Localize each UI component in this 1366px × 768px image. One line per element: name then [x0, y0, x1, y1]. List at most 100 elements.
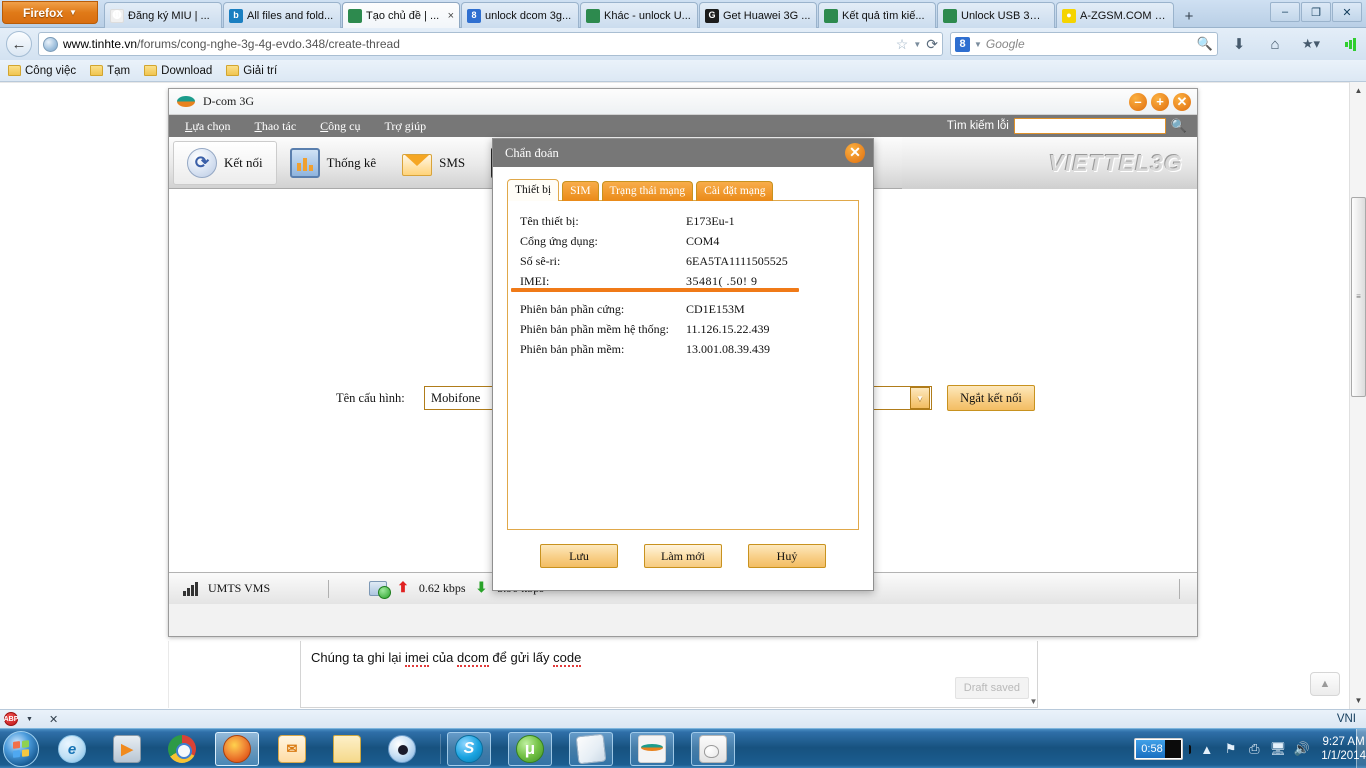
windows-logo-icon: [13, 740, 29, 758]
save-button[interactable]: Lưu: [540, 544, 618, 568]
taskbar-item-windows-explorer[interactable]: [325, 732, 369, 766]
bookmark-item[interactable]: Download: [144, 65, 212, 77]
taskbar-item-paint[interactable]: [691, 732, 735, 766]
yellow-favicon-icon: ●: [1062, 8, 1076, 23]
browser-tab[interactable]: Khác - unlock U...: [580, 2, 698, 28]
taskbar-item-windows-media-player[interactable]: ▶: [105, 732, 149, 766]
battery-indicator[interactable]: 0:58: [1134, 738, 1183, 760]
maximize-button[interactable]: ❐: [1301, 2, 1331, 22]
taskbar-item-outlook[interactable]: ✉: [270, 732, 314, 766]
adblock-plus-icon[interactable]: ABP: [4, 712, 18, 726]
field-value: 11.126.15.22.439: [686, 321, 770, 336]
menu-item-lua-chon[interactable]: Lựa chọn: [185, 119, 231, 134]
tab-thiet-bi[interactable]: Thiết bị: [507, 179, 560, 201]
scrollbar-thumb[interactable]: ≡: [1351, 197, 1366, 397]
browser-tab[interactable]: ● A-ZGSM.COM - ...: [1056, 2, 1174, 28]
dcom-minimize-button[interactable]: –: [1129, 93, 1147, 111]
chevron-down-icon[interactable]: ▼: [913, 40, 921, 49]
bookmark-item[interactable]: Giải trí: [226, 65, 277, 77]
close-button[interactable]: ✕: [1332, 2, 1362, 22]
downloads-icon[interactable]: ⬇: [1228, 34, 1250, 54]
cancel-button[interactable]: Huỷ: [748, 544, 826, 568]
page-scrollbar[interactable]: ▲ ≡ ▼: [1349, 82, 1366, 709]
volume-icon[interactable]: 🔊: [1293, 740, 1310, 758]
dialog-title: Chẩn đoán: [505, 145, 559, 160]
page-divider: [0, 82, 1349, 83]
firefox-menu-button[interactable]: Firefox ▼: [2, 1, 98, 24]
menu-item-thao-tac[interactable]: Thao tác: [255, 119, 297, 134]
close-icon[interactable]: ✕: [845, 143, 865, 163]
search-bar[interactable]: 8 ▼ Google 🔍: [950, 32, 1218, 56]
taskbar-item-skype[interactable]: S: [447, 732, 491, 766]
windows-taskbar: e ▶ ✉ S μ 0:58 ▲ ⚑ ⎙ 🖥 🔊 9:27 AM 1/1/201…: [0, 728, 1366, 768]
bookmarks-icon[interactable]: ★▾: [1300, 34, 1322, 54]
taskbar-item-notepad[interactable]: [569, 732, 613, 766]
browser-tab[interactable]: Unlock USB 3G ...: [937, 2, 1055, 28]
toolbar-button-sms[interactable]: SMS: [389, 140, 478, 186]
connect-icon: ⟳: [187, 147, 217, 178]
dcom-maximize-button[interactable]: +: [1151, 93, 1169, 111]
bookmark-item[interactable]: Công việc: [8, 65, 76, 77]
minimize-button[interactable]: –: [1270, 2, 1300, 22]
signal-bars-icon: [183, 581, 198, 596]
taskbar-item-maxthon[interactable]: [380, 732, 424, 766]
tab-trang-thai-mang[interactable]: Trạng thái mạng: [601, 181, 694, 201]
chevron-down-icon[interactable]: ▼: [26, 716, 33, 723]
ime-indicator: VNI: [1336, 713, 1356, 725]
search-icon[interactable]: 🔍: [1197, 36, 1213, 52]
search-input[interactable]: Google: [986, 37, 1193, 51]
taskbar-item-google-chrome[interactable]: [160, 732, 204, 766]
chevron-down-icon[interactable]: ▼: [974, 40, 982, 49]
show-hidden-icons-icon[interactable]: ▲: [1198, 740, 1215, 758]
browser-tab[interactable]: 🅜 Đăng ký MIU | ...: [104, 2, 222, 28]
signal-strength-icon[interactable]: [1340, 34, 1362, 54]
action-center-flag-icon[interactable]: ⚑: [1222, 740, 1239, 758]
taskbar-item-viettel-dcom[interactable]: [630, 732, 674, 766]
browser-tab[interactable]: 8 unlock dcom 3g...: [461, 2, 579, 28]
taskbar-item-internet-explorer[interactable]: e: [50, 732, 94, 766]
forum-message-editor[interactable]: Chúng ta ghi lại imei của dcom để gửi lấ…: [300, 641, 1038, 708]
refresh-button[interactable]: Làm mới: [644, 544, 722, 568]
bookmark-star-icon[interactable]: ☆: [896, 36, 909, 53]
address-bar[interactable]: www.tinhte.vn/forums/cong-nghe-3g-4g-evd…: [38, 32, 943, 56]
dcom-close-button[interactable]: ✕: [1173, 93, 1191, 111]
menu-item-tro-giup[interactable]: Trợ giúp: [385, 119, 427, 134]
toolbar-button-connect[interactable]: ⟳ Kết nối: [173, 140, 277, 185]
close-icon[interactable]: ✕: [49, 713, 58, 726]
bookmark-item[interactable]: Tạm: [90, 65, 130, 77]
home-icon[interactable]: ⌂: [1264, 34, 1286, 54]
start-button[interactable]: [3, 731, 39, 767]
scroll-up-icon[interactable]: ▲: [1350, 82, 1366, 99]
toolbar-button-statistics[interactable]: Thống kê: [277, 140, 389, 186]
search-engine-icon[interactable]: 8: [955, 36, 970, 52]
menu-item-cong-cu[interactable]: Công cụ: [320, 119, 360, 134]
removable-media-icon[interactable]: ⎙: [1246, 740, 1263, 758]
search-icon[interactable]: 🔍: [1171, 118, 1187, 134]
new-tab-button[interactable]: +: [1177, 4, 1201, 28]
browser-tab[interactable]: G Get Huawei 3G ...: [699, 2, 817, 28]
show-desktop-button[interactable]: [1356, 729, 1366, 768]
network-icon[interactable]: 🖥: [1270, 740, 1287, 758]
reload-icon[interactable]: ⟳: [926, 36, 938, 53]
scroll-down-icon[interactable]: ▼: [1350, 692, 1366, 709]
close-icon[interactable]: ×: [448, 10, 454, 22]
back-button[interactable]: ←: [6, 31, 32, 57]
browser-tab[interactable]: Kết quả tìm kiế...: [818, 2, 936, 28]
browser-tab[interactable]: b All files and fold...: [223, 2, 341, 28]
chevron-down-icon[interactable]: ▼: [910, 387, 930, 409]
field-row: Phiên bản phần mềm: 13.001.08.39.439: [520, 339, 858, 359]
tab-cai-dat-mang[interactable]: Cài đặt mạng: [696, 181, 774, 201]
disconnect-button[interactable]: Ngắt kết nối: [947, 385, 1035, 411]
status-divider: [328, 579, 330, 598]
media-player-icon: ▶: [113, 735, 141, 763]
system-tray: 0:58 ▲ ⚑ ⎙ 🖥 🔊 9:27 AM 1/1/2014: [1126, 729, 1366, 768]
tab-sim[interactable]: SIM: [562, 181, 599, 201]
field-label: IMEI:: [520, 273, 550, 288]
taskbar-item-utorrent[interactable]: μ: [508, 732, 552, 766]
back-to-top-button[interactable]: ▲: [1310, 672, 1340, 696]
browser-tab-active[interactable]: Tạo chủ đề | ... ×: [342, 2, 460, 28]
taskbar-item-firefox[interactable]: [215, 732, 259, 766]
viettel-brand-logo: VIETTEL3G: [1049, 150, 1183, 177]
error-search-input[interactable]: [1013, 118, 1166, 134]
chevron-down-icon: ▼: [69, 8, 77, 17]
